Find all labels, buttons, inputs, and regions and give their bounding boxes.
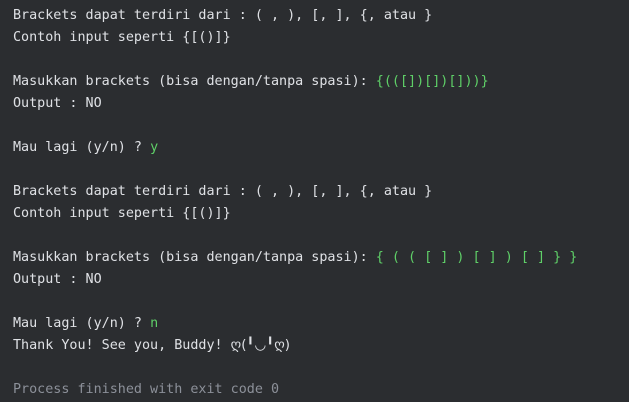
console-line-input-prompt: Masukkan brackets (bisa dengan/tanpa spa… — [13, 247, 629, 269]
console-line-output: Output : NO — [13, 272, 102, 287]
console-line-example: Contoh input seperti {[()]} — [13, 30, 231, 45]
console-line-output: Output : NO — [13, 96, 102, 111]
input-prompt-text: Masukkan brackets (bisa dengan/tanpa spa… — [13, 74, 376, 89]
console-line-again-prompt: Mau lagi (y/n) ? y — [13, 137, 629, 159]
console-line-farewell: Thank You! See you, Buddy! ღ(╹◡╹ღ) — [13, 335, 629, 357]
user-input-answer: n — [150, 316, 159, 331]
again-prompt-text: Mau lagi (y/n) ? — [13, 140, 151, 155]
user-input-answer: y — [150, 140, 159, 155]
console-line-input-prompt: Masukkan brackets (bisa dengan/tanpa spa… — [13, 71, 629, 93]
console-line-info: Brackets dapat terdiri dari : ( , ), [, … — [13, 184, 433, 199]
console-line-info: Brackets dapat terdiri dari : ( , ), [, … — [13, 8, 433, 23]
farewell-text: Thank You! See you, Buddy! — [13, 338, 231, 353]
console-line-again-prompt: Mau lagi (y/n) ? n — [13, 313, 629, 335]
farewell-kaomoji: ღ(╹◡╹ღ) — [230, 338, 290, 353]
again-prompt-text: Mau lagi (y/n) ? — [13, 316, 151, 331]
run-console-output[interactable]: Brackets dapat terdiri dari : ( , ), [, … — [0, 0, 629, 402]
user-input-brackets: {(([])[])[]))} — [375, 74, 489, 89]
input-prompt-text: Masukkan brackets (bisa dengan/tanpa spa… — [13, 250, 376, 265]
console-line-exit-message: Process finished with exit code 0 — [13, 382, 280, 397]
user-input-brackets: { ( ( [ ] ) [ ] ) [ ] } } — [375, 250, 578, 265]
console-line-example: Contoh input seperti {[()]} — [13, 206, 231, 221]
